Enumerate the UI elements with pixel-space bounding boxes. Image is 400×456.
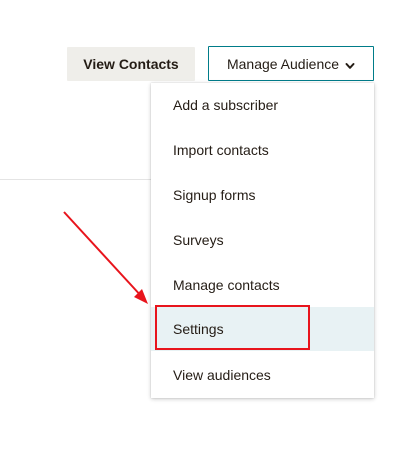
manage-audience-label: Manage Audience bbox=[226, 55, 340, 72]
menu-item-label: Import contacts bbox=[173, 142, 269, 158]
view-contacts-button[interactable]: View Contacts bbox=[67, 47, 195, 81]
menu-item-label: Settings bbox=[173, 321, 224, 337]
menu-item-label: View audiences bbox=[173, 367, 271, 383]
divider bbox=[0, 179, 152, 180]
menu-item-import-contacts[interactable]: Import contacts bbox=[151, 128, 374, 172]
menu-item-label: Signup forms bbox=[173, 187, 256, 203]
menu-item-label: Surveys bbox=[173, 232, 224, 248]
page: View Contacts Manage Audience Add a subs… bbox=[0, 0, 400, 456]
menu-item-label: Add a subscriber bbox=[173, 97, 279, 113]
manage-audience-dropdown-menu: Add a subscriber Import contacts Signup … bbox=[151, 83, 374, 398]
menu-item-settings[interactable]: Settings bbox=[151, 307, 374, 351]
manage-audience-button[interactable]: Manage Audience bbox=[208, 46, 374, 81]
menu-item-view-audiences[interactable]: View audiences bbox=[151, 353, 374, 397]
menu-item-add-subscriber[interactable]: Add a subscriber bbox=[151, 83, 374, 127]
chevron-down-icon bbox=[345, 58, 355, 69]
view-contacts-label: View Contacts bbox=[83, 56, 179, 72]
menu-item-manage-contacts[interactable]: Manage contacts bbox=[151, 263, 374, 307]
menu-item-surveys[interactable]: Surveys bbox=[151, 218, 374, 262]
menu-item-label: Manage contacts bbox=[173, 277, 280, 293]
menu-item-signup-forms[interactable]: Signup forms bbox=[151, 173, 374, 217]
